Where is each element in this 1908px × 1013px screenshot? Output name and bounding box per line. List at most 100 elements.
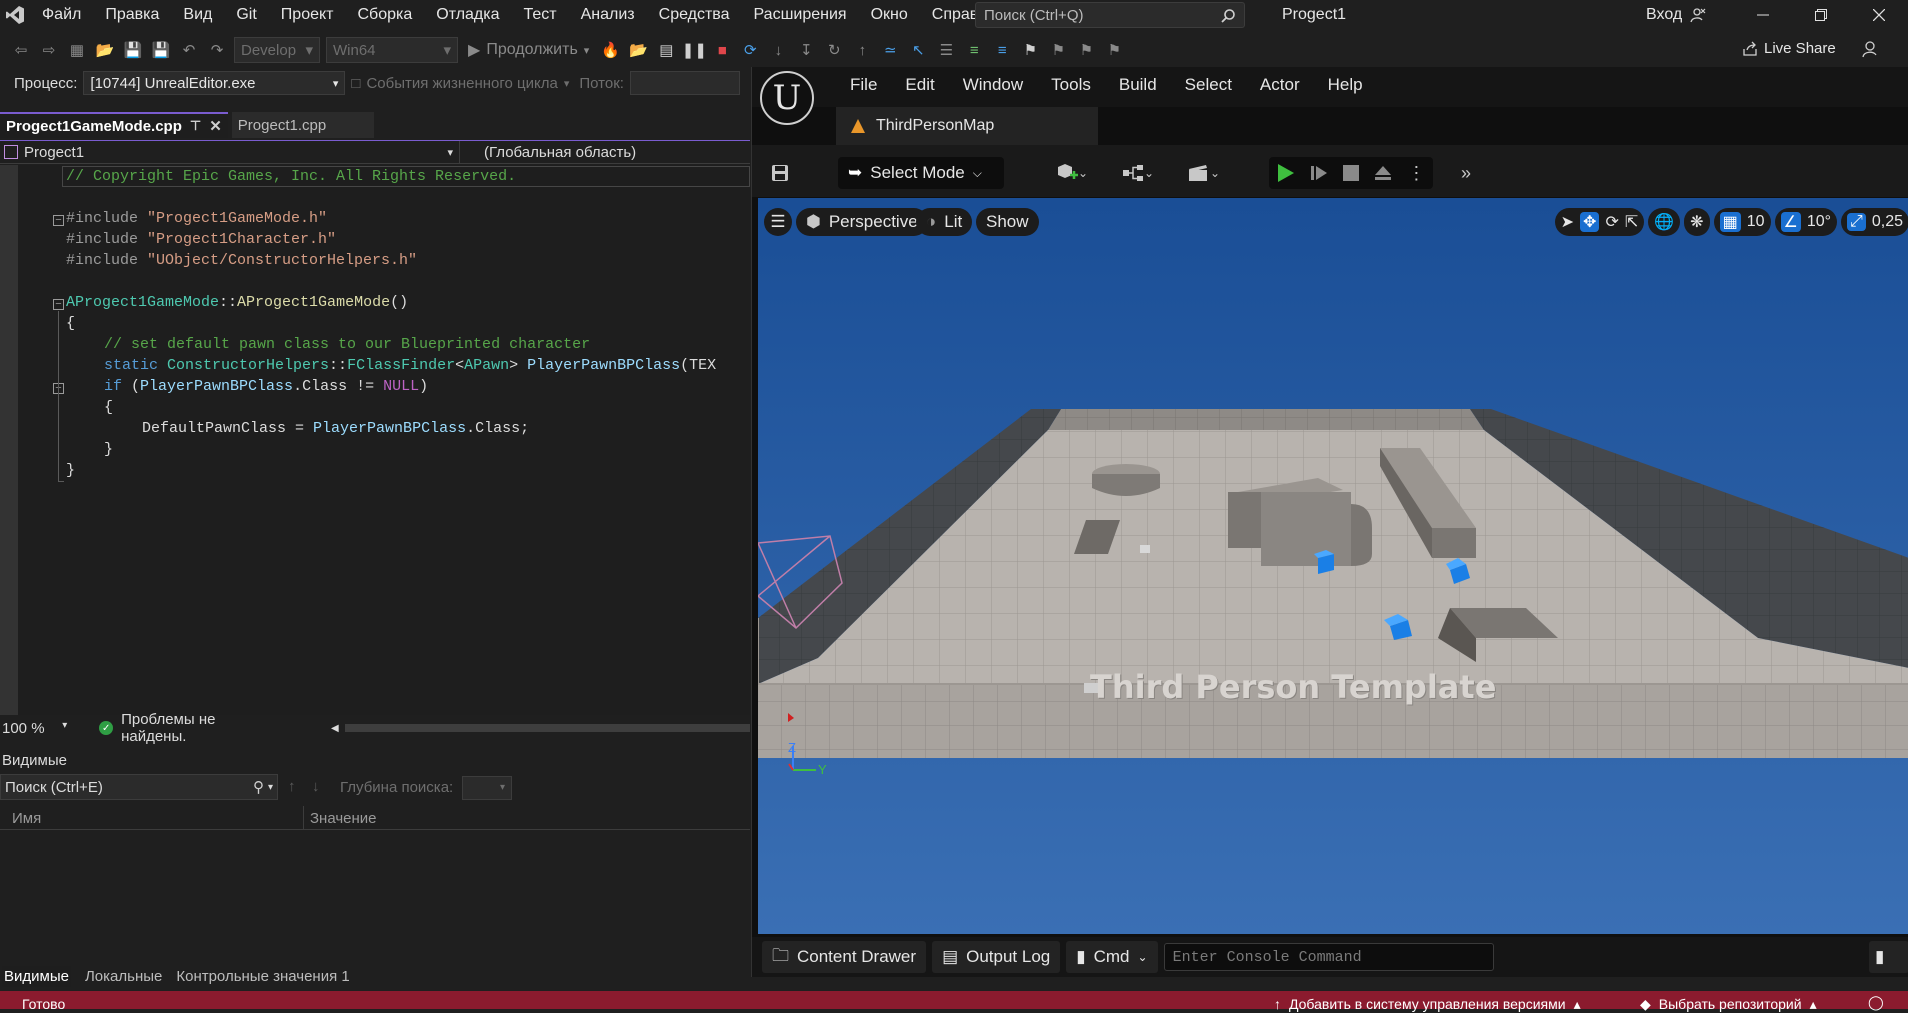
level-viewport[interactable]: Third Person Template Z Y ☰ ⬢ Perspective… [758, 198, 1908, 934]
new-project-icon[interactable]: ▦ [66, 39, 88, 61]
translate-tool-icon[interactable]: ✥ [1580, 212, 1600, 232]
restore-button[interactable] [1792, 0, 1850, 30]
pause-icon[interactable]: ❚❚ [682, 39, 707, 61]
step-frame-button[interactable] [1310, 164, 1328, 182]
play-button[interactable] [1277, 163, 1295, 183]
pointer-icon[interactable]: ↖ [907, 39, 929, 61]
process-select[interactable]: [10744] UnrealEditor.exe ▾ [83, 71, 346, 95]
menu-file[interactable]: Файл [30, 6, 93, 24]
ue-menu-file[interactable]: File [836, 75, 891, 95]
project-select[interactable]: Progect1 ▾ [0, 141, 460, 163]
bookmark-icon[interactable]: ⚑ [1019, 39, 1041, 61]
feedback-icon[interactable] [1862, 40, 1880, 58]
layout-icon[interactable]: ▤ [655, 39, 677, 61]
save-all-icon[interactable]: 💾 [150, 39, 172, 61]
ue-menu-help[interactable]: Help [1314, 75, 1377, 95]
search-up-icon[interactable]: ↑ [288, 778, 296, 795]
code-editor[interactable]: // Copyright Epic Games, Inc. All Rights… [0, 165, 750, 715]
tab-watch-1[interactable]: Контрольные значения 1 [176, 968, 349, 985]
vs-login-button[interactable]: Вход [1646, 6, 1706, 24]
horizontal-scrollbar[interactable] [344, 724, 750, 732]
menu-build[interactable]: Сборка [346, 6, 425, 24]
menu-git[interactable]: Git [224, 6, 268, 24]
live-share-button[interactable]: Live Share [1742, 40, 1836, 57]
blueprints-button[interactable]: ⌄ [1116, 159, 1160, 187]
menu-analyze[interactable]: Анализ [569, 6, 647, 24]
play-options-icon[interactable]: ⋮ [1407, 163, 1425, 184]
eject-button[interactable] [1374, 165, 1392, 181]
menu-window[interactable]: Окно [859, 6, 920, 24]
tab-progect1-gamemode-cpp[interactable]: Progect1GameMode.cpp ⊤ ✕ [0, 112, 228, 138]
world-local-toggle[interactable]: 🌐 [1648, 208, 1681, 236]
ue-menu-select[interactable]: Select [1171, 75, 1246, 95]
tab-autos[interactable]: Видимые [2, 965, 71, 987]
threads-icon[interactable]: ☰ [935, 39, 957, 61]
close-tab-icon[interactable]: ✕ [209, 117, 222, 135]
scroll-left-icon[interactable]: ◀ [331, 723, 339, 734]
lit-button[interactable]: ◑ Lit [916, 208, 973, 236]
scope-select[interactable]: (Глобальная область) [460, 144, 750, 161]
output-log-button[interactable]: ▤ Output Log [932, 941, 1061, 973]
menu-debug[interactable]: Отладка [424, 6, 511, 24]
platform-select[interactable]: Win64 ▾ [326, 37, 458, 63]
ue-menu-tools[interactable]: Tools [1037, 75, 1105, 95]
step-back-icon[interactable]: ↻ [823, 39, 845, 61]
fold-toggle[interactable]: − [53, 299, 64, 310]
fold-toggle[interactable]: − [53, 215, 64, 226]
rotation-snap-toggle[interactable]: ∠ 10° [1774, 208, 1838, 236]
add-to-source-control-button[interactable]: ↑ Добавить в систему управления версиями… [1274, 996, 1581, 1013]
thread-select[interactable] [629, 71, 740, 95]
minimize-button[interactable] [1734, 0, 1792, 30]
col-value[interactable]: Значение [304, 806, 383, 829]
config-select[interactable]: Develop ▾ [234, 37, 320, 63]
bookmark-prev-icon[interactable]: ⚑ [1047, 39, 1069, 61]
tab-third-person-map[interactable]: ThirdPersonMap [836, 107, 1098, 145]
close-window-button[interactable] [1850, 0, 1908, 30]
col-name[interactable]: Имя [0, 806, 304, 829]
viewport-options-button[interactable]: ☰ [764, 208, 792, 236]
select-tool-icon[interactable]: ➤ [1561, 212, 1574, 232]
ue-menu-build[interactable]: Build [1105, 75, 1171, 95]
stop-button[interactable] [1342, 165, 1359, 181]
stop-icon[interactable]: ■ [711, 39, 733, 61]
bookmark-clear-icon[interactable]: ⚑ [1103, 39, 1125, 61]
console-input[interactable]: Enter Console Command [1163, 943, 1494, 971]
comment-icon[interactable]: ≡ [991, 39, 1013, 61]
scale-tool-icon[interactable]: ⇱ [1625, 212, 1638, 232]
search-depth-select[interactable]: ▾ [462, 776, 512, 800]
add-actor-button[interactable]: ⌄ [1050, 159, 1094, 187]
search-down-icon[interactable]: ↓ [312, 778, 320, 795]
select-mode-dropdown[interactable]: ➥ Select Mode ⌵ [838, 157, 1004, 189]
cinematics-button[interactable]: ⌄ [1182, 159, 1226, 187]
grid-snap-toggle[interactable]: ▦ 10 [1713, 208, 1771, 236]
tab-locals[interactable]: Локальные [85, 968, 162, 985]
diagnostic-icon[interactable]: ≃ [879, 39, 901, 61]
step-out-icon[interactable]: ↑ [851, 39, 873, 61]
perspective-button[interactable]: ⬢ Perspective [796, 208, 928, 236]
open-folder-icon[interactable]: 📂 [94, 39, 116, 61]
ue-menu-edit[interactable]: Edit [891, 75, 948, 95]
ue-menu-actor[interactable]: Actor [1246, 75, 1314, 95]
watch-search-input[interactable]: Поиск (Ctrl+E) ⚲ ▾ [0, 774, 278, 800]
step-into-icon[interactable]: ↓ [767, 39, 789, 61]
menu-test[interactable]: Тест [512, 6, 569, 24]
menu-edit[interactable]: Правка [93, 6, 171, 24]
issues-status[interactable]: Проблемы не найдены. [121, 711, 283, 745]
scale-snap-toggle[interactable]: ⤢ 0,25 [1841, 208, 1908, 236]
lifecycle-events-button[interactable]: События жизненного цикла [366, 75, 557, 92]
step-over-icon[interactable]: ↧ [795, 39, 817, 61]
more-toolbar-icon[interactable]: » [1452, 159, 1480, 187]
menu-tools[interactable]: Средства [647, 6, 742, 24]
nav-forward-icon[interactable]: ⇨ [38, 39, 60, 61]
show-button[interactable]: Show [976, 208, 1039, 236]
surface-snap-toggle[interactable]: ❋ [1684, 208, 1710, 236]
menu-view[interactable]: Вид [171, 6, 224, 24]
rotate-tool-icon[interactable]: ⟳ [1605, 212, 1618, 232]
unreal-logo-icon[interactable]: U [760, 71, 814, 125]
zoom-select[interactable]: 100 % ▾ [0, 720, 71, 737]
derived-data-button[interactable]: ▮ [1869, 941, 1908, 973]
ue-menu-window[interactable]: Window [949, 75, 1037, 95]
save-icon[interactable]: 💾 [122, 39, 144, 61]
select-repository-button[interactable]: ◆ Выбрать репозиторий ▴ [1640, 996, 1817, 1013]
visual-studio-logo-icon[interactable] [0, 0, 30, 30]
